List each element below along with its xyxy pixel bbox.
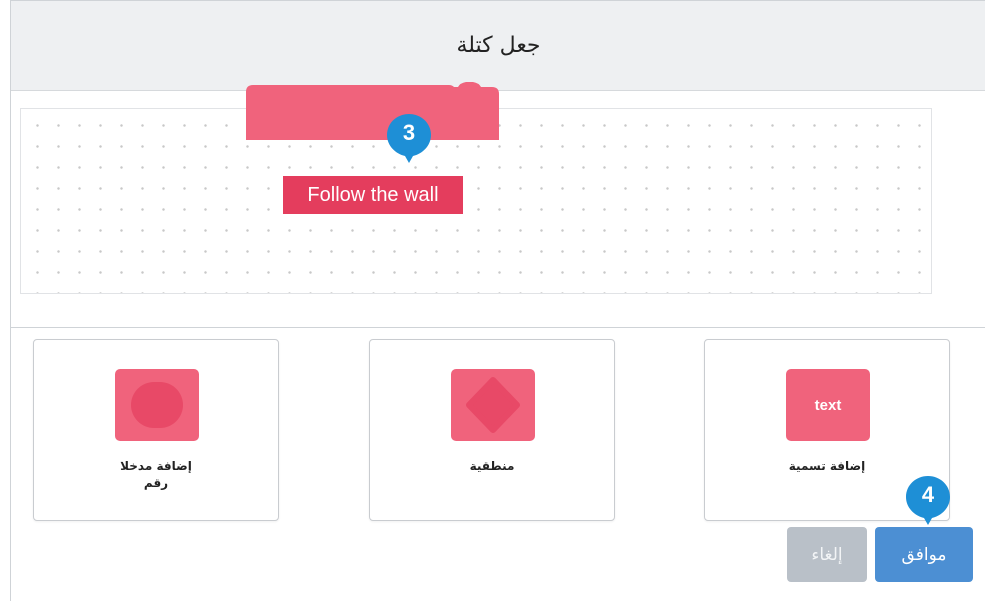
option-label: إضافة مدخلا رقم [120, 459, 192, 490]
ok-button[interactable]: موافق [875, 527, 973, 582]
text-label-icon: text [814, 396, 842, 414]
option-icon-box [115, 369, 199, 441]
hexagon-boolean-icon [466, 377, 520, 433]
block-label-field[interactable]: Follow the wall [283, 176, 463, 214]
option-label: منطقية [469, 459, 515, 473]
step-marker-4: 4 [904, 474, 952, 526]
custom-block-shape[interactable] [243, 45, 515, 140]
option-icon-box: text [786, 369, 870, 441]
marker-number: 4 [921, 482, 935, 507]
option-add-number-input[interactable]: إضافة مدخلا رقم [33, 339, 279, 521]
cancel-button[interactable]: إلغاء [787, 527, 867, 582]
oval-input-icon [131, 382, 183, 428]
option-boolean[interactable]: منطقية [369, 339, 615, 521]
step-marker-3: 3 [385, 112, 433, 164]
section-divider [10, 327, 985, 328]
option-label: إضافة تسمية [788, 459, 866, 473]
option-icon-box [451, 369, 535, 441]
marker-number: 3 [402, 120, 416, 145]
